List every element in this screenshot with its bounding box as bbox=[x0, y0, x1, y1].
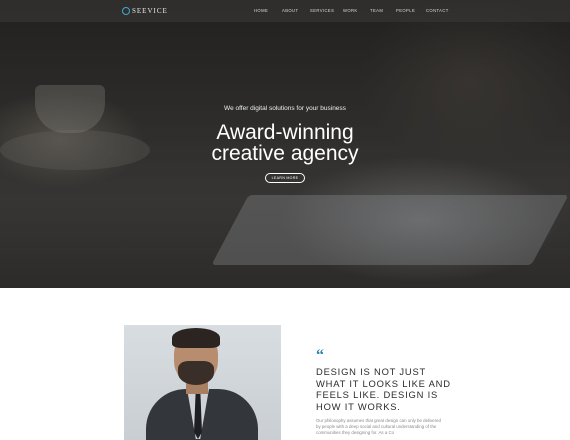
nav-item-team[interactable]: TEAM bbox=[370, 8, 383, 13]
nav-item-people[interactable]: PEOPLE bbox=[396, 8, 415, 13]
nav-item-services[interactable]: SERVICES bbox=[310, 8, 334, 13]
about-body-text: Our philosophy assumes that great design… bbox=[316, 418, 441, 436]
hero-headline-line-1: Award-winning bbox=[216, 121, 354, 144]
nav-item-contact[interactable]: CONTACT bbox=[426, 8, 449, 13]
learn-more-button[interactable]: LEARN MORE bbox=[265, 173, 305, 183]
logo-text: SEEVICE bbox=[132, 7, 168, 15]
logo[interactable]: SEEVICE bbox=[122, 6, 168, 16]
photo-beard bbox=[178, 361, 214, 385]
nav-item-work[interactable]: WORK bbox=[343, 8, 358, 13]
hero-tagline: We offer digital solutions for your busi… bbox=[224, 105, 346, 112]
quote-heading: DESIGN IS NOT JUST WHAT IT LOOKS LIKE AN… bbox=[316, 366, 451, 412]
hero-headline-line-2: creative agency bbox=[211, 142, 359, 165]
logo-mark-icon bbox=[122, 7, 130, 15]
nav-item-about[interactable]: ABOUT bbox=[282, 8, 298, 13]
hero-section: SEEVICE HOME ABOUT SERVICES WORK TEAM PE… bbox=[0, 0, 570, 288]
top-navbar: SEEVICE HOME ABOUT SERVICES WORK TEAM PE… bbox=[0, 0, 570, 22]
team-member-photo bbox=[124, 325, 281, 440]
quote-icon: “ bbox=[316, 347, 324, 364]
nav-item-home[interactable]: HOME bbox=[254, 8, 268, 13]
photo-hair bbox=[172, 328, 220, 348]
